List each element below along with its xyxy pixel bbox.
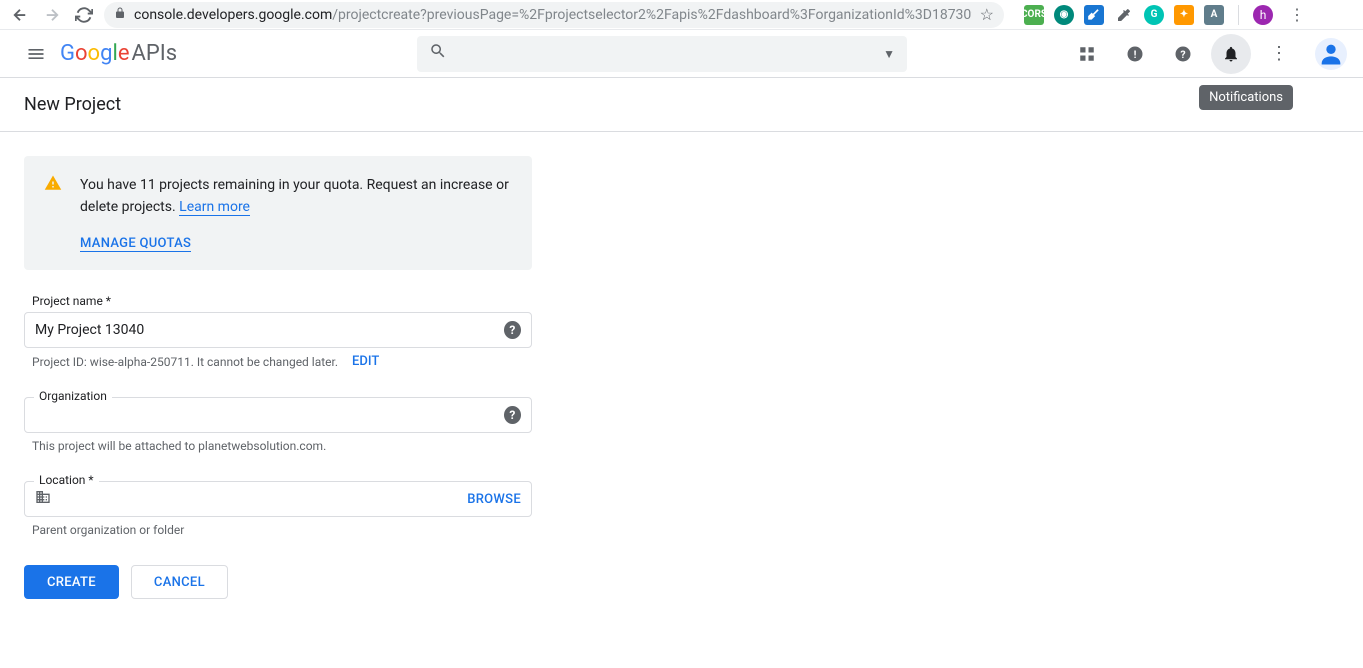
project-name-group: Project name * ? Project ID: wise-alpha-… [24, 294, 532, 369]
quota-alert: You have 11 projects remaining in your q… [24, 156, 532, 270]
bookmark-star-icon[interactable]: ☆ [980, 5, 994, 24]
search-icon [429, 42, 447, 65]
lock-icon [114, 7, 126, 22]
org-icon [35, 489, 51, 509]
extension-colorpicker-icon[interactable] [1114, 5, 1134, 25]
user-avatar[interactable] [1315, 38, 1347, 70]
extension-icon[interactable]: ◉ [1054, 5, 1074, 25]
svg-text:!: ! [1134, 47, 1137, 60]
notifications-tooltip: Notifications [1199, 85, 1293, 110]
organization-input[interactable] [35, 407, 504, 423]
url-bar[interactable]: console.developers.google.com/projectcre… [104, 2, 1004, 28]
project-name-label: Project name * [24, 294, 532, 308]
page-title-row: New Project [0, 78, 1363, 132]
header-right: ! ? ⋮ [1067, 34, 1347, 74]
extension-eyedropper-icon[interactable] [1084, 5, 1104, 25]
help-icon[interactable]: ? [504, 321, 521, 339]
help-icon[interactable]: ? [1163, 34, 1203, 74]
location-helper: Parent organization or folder [24, 523, 532, 537]
search-dropdown-icon[interactable]: ▼ [883, 47, 895, 61]
help-icon[interactable]: ? [504, 406, 521, 424]
browse-button[interactable]: BROWSE [467, 492, 521, 507]
project-name-input-wrapper: ? [24, 312, 532, 348]
alert-text: You have 11 projects remaining in your q… [80, 174, 512, 218]
apis-label: APIs [131, 41, 177, 66]
browser-chrome: console.developers.google.com/projectcre… [0, 0, 1363, 30]
google-apis-logo[interactable]: Google APIs [60, 41, 177, 66]
location-input[interactable] [57, 491, 467, 507]
hamburger-menu-button[interactable] [16, 34, 56, 74]
notifications-icon[interactable] [1211, 34, 1251, 74]
extension-icon[interactable]: A [1204, 5, 1224, 25]
organization-helper: This project will be attached to planetw… [24, 439, 532, 453]
location-label: Location * [34, 473, 99, 487]
project-name-input[interactable] [35, 322, 504, 338]
google-logo-text: Google [60, 41, 129, 66]
manage-quotas-link[interactable]: MANAGE QUOTAS [80, 236, 191, 252]
extension-icon[interactable]: ✦ [1174, 5, 1194, 25]
create-button[interactable]: CREATE [24, 565, 119, 599]
location-input-wrapper: BROWSE [24, 481, 532, 517]
organization-group: Organization ? This project will be atta… [24, 397, 532, 453]
search-area[interactable]: ▼ [417, 36, 907, 72]
forward-button[interactable] [40, 3, 64, 27]
warning-icon [44, 174, 62, 192]
main-content: You have 11 projects remaining in your q… [0, 132, 556, 623]
app-header: Google APIs ▼ ! ? ⋮ Notifications [0, 30, 1363, 78]
button-row: CREATE CANCEL [24, 565, 532, 599]
project-id-helper: Project ID: wise-alpha-250711. It cannot… [24, 354, 532, 369]
learn-more-link[interactable]: Learn more [179, 199, 250, 216]
more-menu-icon[interactable]: ⋮ [1259, 34, 1299, 74]
organization-label: Organization [34, 389, 112, 403]
browser-menu-icon[interactable]: ⋮ [1283, 5, 1311, 24]
reload-button[interactable] [72, 3, 96, 27]
back-button[interactable] [8, 3, 32, 27]
extension-icons: CORS ◉ G ✦ A h ⋮ [1024, 5, 1311, 25]
divider [1238, 5, 1239, 25]
page-title: New Project [24, 94, 1339, 115]
url-text: console.developers.google.com/projectcre… [134, 7, 972, 23]
alert-icon[interactable]: ! [1115, 34, 1155, 74]
edit-project-id-link[interactable]: EDIT [352, 354, 379, 369]
browser-profile-avatar[interactable]: h [1253, 5, 1273, 25]
svg-text:?: ? [1180, 47, 1185, 60]
extension-cors-icon[interactable]: CORS [1024, 5, 1044, 25]
cancel-button[interactable]: CANCEL [131, 565, 228, 599]
gift-icon[interactable] [1067, 34, 1107, 74]
extension-grammarly-icon[interactable]: G [1144, 5, 1164, 25]
location-group: Location * BROWSE Parent organization or… [24, 481, 532, 537]
